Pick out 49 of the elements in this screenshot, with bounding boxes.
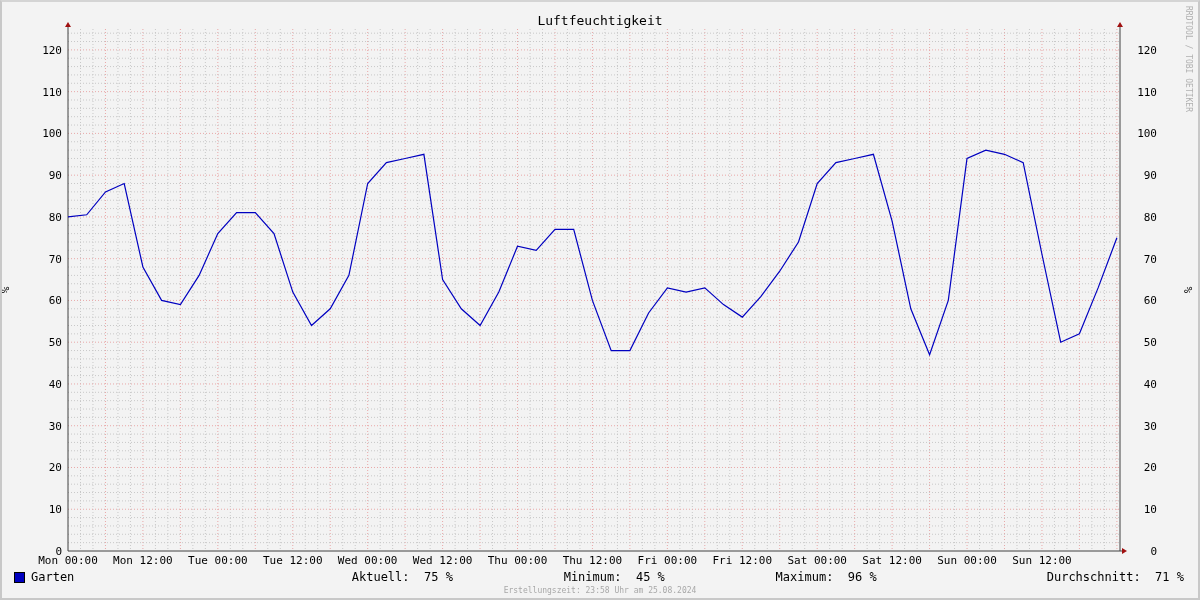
legend-swatch <box>14 571 25 583</box>
y-tick-label: 110 <box>1137 85 1157 99</box>
y-tick-label: 100 <box>1137 127 1157 141</box>
x-tick-label: Fri 00:00 <box>637 554 698 567</box>
y-axis-label: % <box>2 286 12 294</box>
credit-text: RRDTOOL / TOBI OETIKER <box>1184 6 1193 112</box>
legend-label: Garten <box>31 570 76 584</box>
y-tick-label: 90 <box>1143 169 1157 183</box>
x-tick-label: Wed 12:00 <box>412 554 473 567</box>
x-tick-label: Tue 00:00 <box>188 554 248 567</box>
x-tick-label: Thu 00:00 <box>487 554 548 567</box>
legend-stat: Aktuell: 75 % <box>350 570 453 584</box>
y-tick-label: 10 <box>1143 503 1157 517</box>
x-tick-label: Sat 00:00 <box>787 554 847 567</box>
x-tick-label: Tue 12:00 <box>262 554 323 567</box>
y-tick-label: 70 <box>1143 252 1157 266</box>
x-tick-label: Wed 00:00 <box>337 554 398 567</box>
y-tick-label: 10 <box>48 503 62 517</box>
y-tick-label: 100 <box>42 127 62 141</box>
legend-stat: Maximum: 96 % <box>774 570 877 584</box>
x-tick-label: Thu 12:00 <box>562 554 623 567</box>
x-tick-label: Fri 12:00 <box>712 554 773 567</box>
x-tick-label: Sat 12:00 <box>862 554 922 567</box>
y-tick-label: 60 <box>48 294 62 308</box>
x-tick-label: Mon 12:00 <box>113 554 173 567</box>
y-tick-label: 60 <box>1143 294 1157 308</box>
y-tick-label: 80 <box>48 210 62 224</box>
y-tick-label: 30 <box>1143 419 1157 433</box>
x-tick-label: Sun 00:00 <box>937 554 997 567</box>
y-tick-label: 0 <box>1150 545 1157 558</box>
y-tick-label: 120 <box>1137 43 1157 57</box>
x-tick-label: Sun 12:00 <box>1012 554 1072 567</box>
legend-stat: Minimum: 45 % <box>562 570 665 584</box>
y-tick-label: 80 <box>1143 210 1157 224</box>
y-tick-label: 50 <box>48 336 62 350</box>
legend-stat: Durchschnitt: 71 % <box>1046 570 1184 584</box>
y-tick-label: 20 <box>1143 461 1157 475</box>
y-tick-label: 90 <box>48 169 62 183</box>
y-tick-label: 120 <box>42 43 62 57</box>
y-tick-label: 110 <box>42 85 62 99</box>
y-tick-label: 30 <box>48 419 62 433</box>
y-tick-label: 40 <box>48 377 62 391</box>
y-tick-label: 70 <box>48 252 62 266</box>
chart-title: Luftfeuchtigkeit <box>537 13 663 28</box>
y-tick-label: 50 <box>1143 336 1157 350</box>
y-tick-label: 20 <box>48 461 62 475</box>
y-axis-label: % <box>1182 286 1195 294</box>
footer-text: Erstellungszeit: 23:58 Uhr am 25.08.2024 <box>502 586 698 595</box>
y-tick-label: 40 <box>1143 377 1157 391</box>
